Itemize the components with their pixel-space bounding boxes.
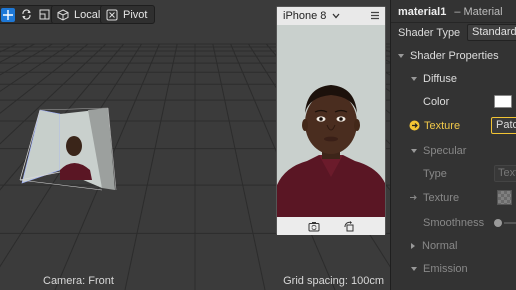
- smoothness-row: Smoothness: [391, 211, 516, 234]
- pivot-button[interactable]: Pivot: [100, 5, 156, 24]
- expand-arrow-icon: [411, 76, 417, 81]
- material-name: material1: [398, 5, 447, 18]
- chevron-down-icon: [332, 13, 340, 19]
- texture-label: Texture: [424, 119, 461, 132]
- inspector-panel: material1 – Material Shader Type Standar…: [390, 0, 516, 290]
- texture-dropdown[interactable]: Patc: [491, 117, 516, 134]
- preview-screen: [277, 25, 385, 217]
- shader-type-row: Shader Type Standard: [391, 21, 516, 44]
- rotate-device-icon[interactable]: [344, 220, 355, 232]
- color-swatch[interactable]: [494, 95, 512, 108]
- material-type: – Material: [454, 5, 503, 18]
- pivot-label: Pivot: [123, 8, 148, 21]
- spec-type-dropdown[interactable]: Textu: [494, 165, 516, 182]
- normal-header[interactable]: Normal: [391, 234, 516, 257]
- cube-icon: [57, 8, 69, 21]
- diffuse-texture-row: Texture Patc: [391, 114, 516, 137]
- diffuse-header[interactable]: Diffuse: [391, 67, 516, 90]
- expand-arrow-icon: [411, 266, 417, 271]
- pivot-icon: [106, 9, 118, 20]
- scale-tool-icon[interactable]: [37, 8, 51, 22]
- device-selector[interactable]: iPhone 8: [277, 7, 385, 25]
- material-header: material1 – Material: [391, 0, 516, 23]
- shader-properties-header[interactable]: Shader Properties: [391, 44, 516, 67]
- diffuse-label: Diffuse: [423, 72, 458, 85]
- person-photo: [277, 25, 385, 217]
- smoothness-label: Smoothness: [423, 216, 485, 229]
- expand-arrow-icon: [411, 148, 417, 153]
- texture-thumbnail[interactable]: [497, 190, 512, 205]
- device-preview: iPhone 8: [276, 6, 386, 235]
- smoothness-slider-handle[interactable]: [494, 219, 502, 227]
- emission-header[interactable]: Emission: [391, 257, 516, 280]
- shader-type-label: Shader Type: [398, 26, 461, 39]
- arrow-right-icon[interactable]: [409, 193, 418, 202]
- camera-switch-icon[interactable]: [308, 221, 320, 232]
- grid-spacing-label: Grid spacing: 100cm: [283, 275, 384, 287]
- diffuse-color-row: Color: [391, 90, 516, 113]
- shader-type-dropdown[interactable]: Standard: [467, 24, 516, 41]
- emission-label: Emission: [423, 262, 468, 275]
- color-label: Color: [423, 95, 450, 108]
- device-name: iPhone 8: [283, 10, 327, 22]
- rotate-tool-icon[interactable]: [19, 8, 33, 22]
- expand-arrow-icon: [398, 53, 404, 58]
- specular-header[interactable]: Specular: [391, 139, 516, 162]
- smoothness-slider-track[interactable]: [504, 222, 516, 224]
- move-tool-icon[interactable]: [1, 7, 15, 22]
- specular-texture-row: Texture: [391, 186, 516, 209]
- spec-texture-label: Texture: [423, 191, 460, 204]
- transform-toolbar: [0, 5, 55, 24]
- shader-properties-label: Shader Properties: [410, 49, 499, 62]
- scene-viewport[interactable]: Local Pivot Camera: Front Grid spacing: …: [0, 0, 390, 290]
- menu-icon[interactable]: [370, 11, 380, 20]
- grid-line: [212, 43, 266, 290]
- scene-plane-object[interactable]: [19, 107, 117, 191]
- collapse-arrow-icon: [411, 242, 415, 249]
- spec-type-label: Type: [423, 167, 447, 180]
- specular-label: Specular: [423, 144, 467, 157]
- grid-line: [124, 43, 178, 290]
- local-space-label: Local: [74, 8, 101, 21]
- specular-type-row: Type Textu: [391, 162, 516, 185]
- preview-footer: [277, 217, 385, 235]
- warning-arrow-icon[interactable]: [409, 120, 420, 131]
- camera-label: Camera: Front: [43, 275, 114, 287]
- normal-label: Normal: [422, 239, 458, 252]
